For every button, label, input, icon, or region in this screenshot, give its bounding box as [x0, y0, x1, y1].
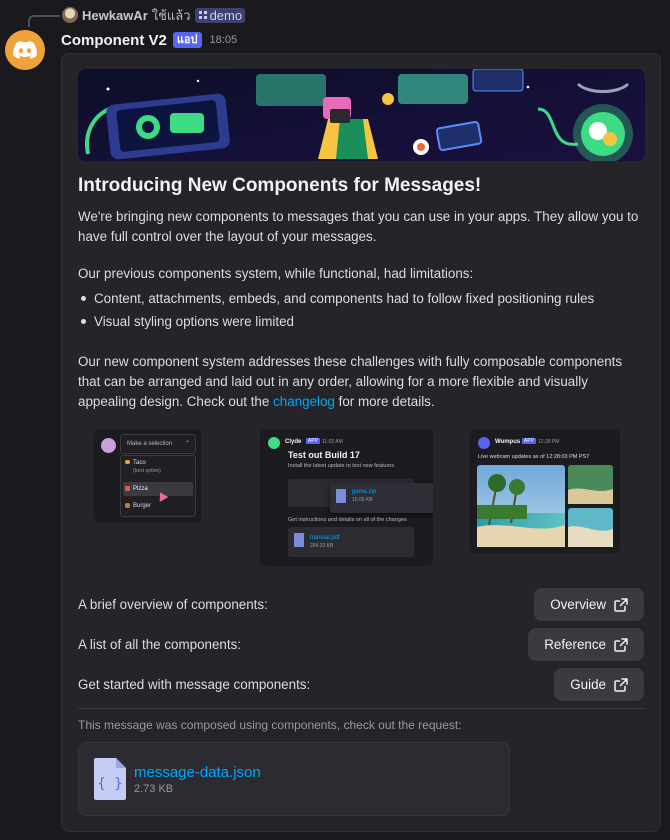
reply-username[interactable]: HewkawAr [82, 8, 148, 23]
limitations-list: Content, attachments, embeds, and compon… [78, 287, 594, 333]
new-system-paragraph: Our new component system addresses these… [78, 352, 646, 412]
build-demo-avatar [268, 437, 280, 449]
build-file2-size: 284.33 KB [310, 543, 334, 549]
reply-avatar[interactable] [62, 7, 78, 23]
link-row-guide: Get started with message components: Gui… [78, 668, 646, 702]
chevron-up-icon: ⌃ [184, 441, 190, 447]
reference-button[interactable]: Reference [528, 628, 644, 661]
bot-avatar[interactable] [5, 30, 45, 70]
zip-file-icon [336, 489, 346, 503]
webcam-time: 12:28 PM [538, 439, 560, 445]
burger-icon [125, 503, 130, 508]
build-title: Test out Build 17 [288, 450, 360, 460]
build-app-badge: APP [306, 438, 321, 444]
build-file1-name: game.zip [352, 489, 377, 495]
build-author: Clyde [285, 439, 302, 445]
message-heading: Introducing New Components for Messages! [78, 175, 482, 196]
file-name-link[interactable]: message-data.json [134, 764, 261, 781]
webcam-caption: Live webcam updates as of 12:28:03 PM PS… [478, 454, 590, 460]
webcam-author: Wumpus [495, 439, 521, 445]
build-time: 11:02 AM [322, 439, 343, 445]
file-size: 2.73 KB [134, 783, 174, 795]
list-item: Visual styling options were limited [78, 310, 594, 333]
select-placeholder: Make a selection [127, 441, 173, 447]
banner-illustration [78, 69, 645, 161]
media-gallery: Make a selection ⌃ Taco (best option) Pi… [78, 419, 646, 567]
external-link-icon [614, 597, 628, 612]
intro-paragraph: We're bringing new components to message… [78, 209, 639, 244]
button-label: Guide [570, 677, 606, 692]
message-header: Component V2 แอป 18:05 [61, 30, 237, 50]
external-link-icon [614, 677, 628, 692]
link-row-reference: A list of all the components: Reference [78, 628, 646, 662]
build-file2-name: manual.pdf [310, 535, 340, 541]
channel-mention[interactable]: demo [194, 7, 246, 23]
guide-button[interactable]: Guide [554, 668, 644, 701]
changelog-link[interactable]: changelog [273, 394, 335, 409]
overview-button[interactable]: Overview [534, 588, 644, 621]
pdf-file-icon [294, 533, 304, 547]
gallery-image-webcam[interactable]: Wumpus APP 12:28 PM Live webcam updates … [470, 429, 620, 553]
beach-photos [477, 465, 613, 547]
row-label: A brief overview of components: [78, 597, 268, 612]
option-taco: Taco [133, 460, 146, 466]
pizza-icon [125, 486, 130, 491]
button-label: Reference [544, 637, 606, 652]
link-row-overview: A brief overview of components: Overview [78, 588, 646, 622]
reply-preview[interactable]: HewkawAr ใช้แล้ว demo [62, 6, 246, 24]
channel-name: demo [209, 7, 243, 23]
build-file1-card: game.zip 15.06 KB [330, 483, 433, 513]
build-instructions: Get instructions and details on all of t… [288, 517, 407, 523]
component-container: Introducing New Components for Messages!… [61, 53, 661, 832]
row-label: Get started with message components: [78, 677, 311, 692]
separator [78, 708, 646, 709]
build-file2-card: manual.pdf 284.33 KB [288, 527, 414, 557]
build-subtitle: Install the latest update to test new fe… [288, 463, 395, 469]
select-demo-dropdown: Make a selection ⌃ [120, 434, 196, 454]
select-demo-avatar [101, 438, 116, 453]
discord-logo-icon [13, 41, 37, 59]
option-pizza: Pizza [133, 486, 148, 492]
option-taco-desc: (best option) [133, 468, 161, 474]
webcam-app-badge: APP [522, 438, 537, 444]
taco-icon [125, 460, 130, 464]
external-link-icon [614, 637, 628, 652]
webcam-demo-avatar [478, 437, 490, 449]
reply-spine [28, 15, 60, 27]
bot-username[interactable]: Component V2 [61, 32, 167, 49]
limitations-paragraph: Our previous components system, while fu… [78, 266, 474, 281]
hash-grid-icon [198, 11, 207, 19]
paragraph-text-end: for more details. [334, 394, 435, 409]
reply-action: ใช้แล้ว [151, 7, 191, 23]
banner-image[interactable] [78, 69, 645, 161]
message-timestamp[interactable]: 18:05 [210, 34, 238, 46]
gallery-image-build[interactable]: Clyde APP 11:02 AM Test out Build 17 Ins… [260, 429, 433, 566]
gallery-image-select[interactable]: Make a selection ⌃ Taco (best option) Pi… [94, 429, 201, 523]
row-label: A list of all the components: [78, 637, 242, 652]
build-file1-size: 15.06 KB [352, 497, 373, 503]
file-attachment[interactable]: { } message-data.json 2.73 KB [78, 742, 510, 816]
list-item: Content, attachments, embeds, and compon… [78, 287, 594, 310]
option-burger: Burger [133, 503, 152, 509]
footer-caption: This message was composed using componen… [78, 718, 462, 732]
svg-text:{ }: { } [97, 776, 122, 792]
json-file-icon: { } [94, 758, 126, 800]
button-label: Overview [550, 597, 606, 612]
app-badge: แอป [172, 32, 202, 48]
select-demo-options: Taco (best option) Pizza Burger [120, 455, 196, 517]
